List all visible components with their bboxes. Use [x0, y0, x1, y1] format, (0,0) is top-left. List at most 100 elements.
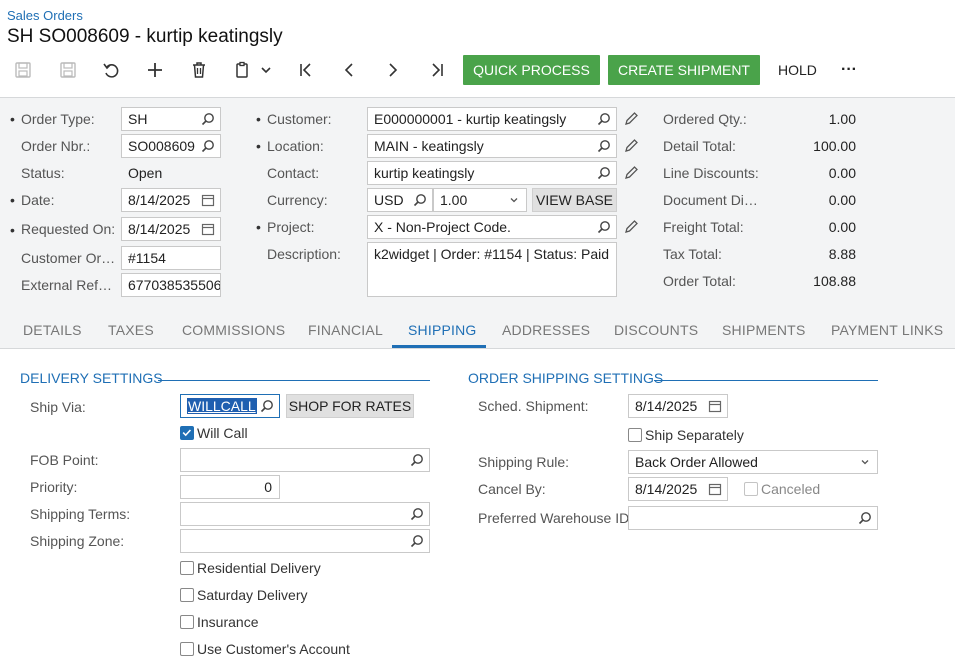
chevron-down-icon: [861, 460, 869, 465]
active-tab-indicator: [392, 345, 486, 348]
search-icon[interactable]: [858, 511, 872, 525]
order-type-field[interactable]: SH: [121, 107, 221, 131]
tab-shipping[interactable]: SHIPPING: [408, 322, 477, 338]
required-marker: •: [256, 111, 261, 127]
currency-rate-select[interactable]: 1.00: [433, 188, 527, 212]
edit-icon[interactable]: [624, 165, 639, 180]
sched-shipment-field[interactable]: 8/14/2025: [628, 394, 728, 418]
currency-field[interactable]: USD: [367, 188, 433, 212]
first-icon[interactable]: [294, 58, 318, 82]
status-value: Open: [128, 165, 163, 181]
quick-process-button[interactable]: QUICK PROCESS: [463, 55, 600, 85]
freight-total-label: Freight Total:: [663, 219, 744, 235]
tab-shipments[interactable]: SHIPMENTS: [722, 322, 805, 338]
shop-for-rates-button[interactable]: SHOP FOR RATES: [286, 394, 414, 418]
search-icon[interactable]: [201, 112, 215, 126]
search-icon[interactable]: [413, 193, 427, 207]
hold-button[interactable]: HOLD: [778, 55, 817, 85]
copy-paste-icon[interactable]: [231, 58, 255, 82]
shipping-rule-select[interactable]: Back Order Allowed: [628, 450, 878, 474]
customer-field[interactable]: E000000001 - kurtip keatingsly: [367, 107, 617, 131]
cancel-by-field[interactable]: 8/14/2025: [628, 477, 728, 501]
use-customer-account-checkbox[interactable]: [180, 642, 194, 656]
insurance-label: Insurance: [197, 614, 259, 630]
currency-label: Currency:: [267, 192, 328, 208]
page-title: SH SO008609 - kurtip keatingsly: [7, 26, 283, 47]
contact-field[interactable]: kurtip keatingsly: [367, 161, 617, 185]
add-icon[interactable]: [143, 58, 167, 82]
shipping-zone-field[interactable]: [180, 529, 430, 553]
shipping-terms-field[interactable]: [180, 502, 430, 526]
calendar-icon[interactable]: [201, 222, 215, 236]
tab-financial[interactable]: FINANCIAL: [308, 322, 383, 338]
edit-icon[interactable]: [624, 138, 639, 153]
search-icon[interactable]: [597, 220, 611, 234]
ship-via-field[interactable]: WILLCALL: [180, 394, 280, 418]
date-label: Date:: [21, 192, 55, 208]
customer-ord-field[interactable]: #1154: [121, 246, 221, 270]
saturday-delivery-checkbox[interactable]: [180, 588, 194, 602]
priority-field[interactable]: 0: [180, 475, 280, 499]
sched-shipment-label: Sched. Shipment:: [478, 398, 589, 414]
calendar-icon[interactable]: [708, 482, 722, 496]
search-icon[interactable]: [201, 139, 215, 153]
fob-point-field[interactable]: [180, 448, 430, 472]
last-icon[interactable]: [425, 58, 449, 82]
order-nbr-label: Order Nbr.:: [21, 138, 91, 154]
shipping-zone-label: Shipping Zone:: [30, 533, 125, 549]
calendar-icon[interactable]: [708, 399, 722, 413]
tab-taxes[interactable]: TAXES: [108, 322, 154, 338]
tab-discounts[interactable]: DISCOUNTS: [614, 322, 698, 338]
ship-via-value: WILLCALL: [187, 398, 257, 414]
search-icon[interactable]: [597, 166, 611, 180]
undo-icon[interactable]: [99, 58, 123, 82]
external-ref-field[interactable]: 677038535506: [121, 273, 221, 297]
more-menu-icon[interactable]: ···: [841, 55, 857, 85]
section-divider: [654, 380, 878, 381]
tab-details[interactable]: DETAILS: [23, 322, 82, 338]
order-nbr-field[interactable]: SO008609: [121, 134, 221, 158]
detail-total-label: Detail Total:: [663, 138, 736, 154]
view-base-button[interactable]: VIEW BASE: [532, 188, 617, 212]
breadcrumb[interactable]: Sales Orders: [7, 8, 83, 23]
will-call-checkbox[interactable]: [180, 426, 194, 440]
preferred-warehouse-field[interactable]: [628, 506, 878, 530]
tab-addresses[interactable]: ADDRESSES: [502, 322, 590, 338]
customer-ord-label: Customer Ord...: [21, 250, 117, 266]
project-field[interactable]: X - Non-Project Code.: [367, 215, 617, 239]
ship-separately-checkbox[interactable]: [628, 428, 642, 442]
search-icon[interactable]: [410, 534, 424, 548]
location-field[interactable]: MAIN - keatingsly: [367, 134, 617, 158]
will-call-label: Will Call: [197, 425, 248, 441]
search-icon[interactable]: [597, 112, 611, 126]
insurance-checkbox[interactable]: [180, 615, 194, 629]
edit-icon[interactable]: [624, 111, 639, 126]
required-marker: •: [10, 111, 15, 127]
detail-total-value: 100.00: [763, 134, 862, 158]
date-field[interactable]: 8/14/2025: [121, 188, 221, 212]
tab-payment-links[interactable]: PAYMENT LINKS: [831, 322, 943, 338]
section-divider: [158, 380, 430, 381]
project-value: X - Non-Project Code.: [374, 219, 511, 235]
previous-icon[interactable]: [337, 58, 361, 82]
line-discounts-value: 0.00: [763, 161, 862, 185]
save-icon[interactable]: [11, 58, 35, 82]
save-close-icon[interactable]: [56, 58, 80, 82]
description-field[interactable]: k2widget | Order: #1154 | Status: Paid: [367, 242, 617, 297]
search-icon[interactable]: [410, 453, 424, 467]
saturday-delivery-label: Saturday Delivery: [197, 587, 308, 603]
tab-commissions[interactable]: COMMISSIONS: [182, 322, 285, 338]
residential-delivery-checkbox[interactable]: [180, 561, 194, 575]
create-shipment-button[interactable]: CREATE SHIPMENT: [608, 55, 760, 85]
search-icon[interactable]: [410, 507, 424, 521]
next-icon[interactable]: [381, 58, 405, 82]
edit-icon[interactable]: [624, 219, 639, 234]
required-marker: •: [256, 138, 261, 154]
search-icon[interactable]: [260, 399, 274, 413]
search-icon[interactable]: [597, 139, 611, 153]
requested-on-field[interactable]: 8/14/2025: [121, 217, 221, 241]
calendar-icon[interactable]: [201, 193, 215, 207]
currency-value: USD: [374, 192, 404, 208]
chevron-down-icon[interactable]: [255, 58, 277, 82]
delete-icon[interactable]: [187, 58, 211, 82]
